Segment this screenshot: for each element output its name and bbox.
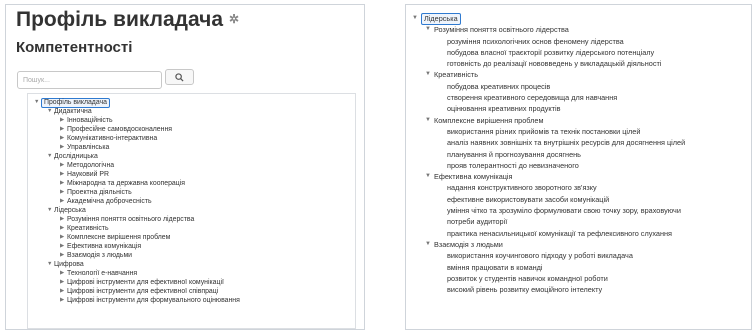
triangle-right-icon[interactable]: ▶ <box>60 242 64 251</box>
tree-node-label[interactable]: Креативність <box>434 69 478 80</box>
tree-node-label[interactable]: Науковий PR <box>67 170 109 179</box>
triangle-right-icon[interactable]: ▶ <box>60 116 64 125</box>
triangle-right-icon[interactable]: ▶ <box>60 188 64 197</box>
tree-node-label[interactable]: Лідерська <box>54 206 86 215</box>
triangle-right-icon[interactable]: ▶ <box>60 215 64 224</box>
triangle-down-icon[interactable]: ▼ <box>47 260 52 269</box>
triangle-right-icon[interactable]: ▶ <box>60 143 64 152</box>
tree-node-label[interactable]: Креативність <box>67 224 109 233</box>
tree-node-label[interactable]: Технології е-навчання <box>67 269 137 278</box>
competency-tree-frame: ▼ Профіль викладача ▼ Дидактична ▶ Інноваційн… <box>27 93 356 329</box>
tree-node-label[interactable]: ефективне використовувати засоби комунік… <box>447 194 609 205</box>
triangle-down-icon[interactable]: ▼ <box>412 13 418 24</box>
triangle-down-icon[interactable]: ▼ <box>47 152 52 161</box>
tree-node-label[interactable]: Цифрова <box>54 260 84 269</box>
tree-node-label[interactable]: використання коучингового підходу у робо… <box>447 250 633 261</box>
page-title-row: Профіль викладача ✲ <box>16 8 239 32</box>
page-title: Профіль викладача <box>16 8 224 31</box>
triangle-right-icon[interactable]: ▶ <box>60 179 64 188</box>
search-button[interactable] <box>165 69 194 85</box>
triangle-right-icon[interactable]: ▶ <box>60 197 64 206</box>
triangle-down-icon[interactable]: ▼ <box>425 239 431 250</box>
competency-detail-panel: ▼ Лідерська ▼ Розуміння поняття освітнього … <box>405 4 752 330</box>
tree-node-label[interactable]: розуміння психологічних основ феномену л… <box>447 36 624 47</box>
tree-node-label[interactable]: Лідерська <box>421 13 461 25</box>
tree-node-label[interactable]: Комплексне вирішення проблем <box>67 233 170 242</box>
tree-node-label[interactable]: Управлінська <box>67 143 109 152</box>
triangle-right-icon[interactable]: ▶ <box>60 170 64 179</box>
tree-node-label[interactable]: створення креативного середовища для нав… <box>447 92 617 103</box>
tree-node-label[interactable]: Взаємодія з людьми <box>434 239 503 250</box>
tree-node-label[interactable]: побудова власної траєкторії розвитку лід… <box>447 47 654 58</box>
tree-node-label[interactable]: Дослідницька <box>54 152 98 161</box>
tree-node-label[interactable]: практика ненасильницької комунікації та … <box>447 228 672 239</box>
triangle-right-icon[interactable]: ▶ <box>60 269 64 278</box>
triangle-down-icon[interactable]: ▼ <box>425 69 431 80</box>
tree-node-label[interactable]: Методологічна <box>67 161 114 170</box>
tree-node-label[interactable]: планування й прогнозування досягнень <box>447 149 581 160</box>
tree-node-label[interactable]: Розуміння поняття освітнього лідерства <box>67 215 194 224</box>
tree-node-label[interactable]: Міжнародна та державна кооперація <box>67 179 185 188</box>
tree-node-label[interactable]: Професійне самовдосконалення <box>67 125 172 134</box>
tree-node-label[interactable]: Комунікативно-інтерактивна <box>67 134 157 143</box>
triangle-down-icon[interactable]: ▼ <box>47 206 52 215</box>
tree-node-label[interactable]: Цифрові інструменти для ефективної співп… <box>67 287 218 296</box>
tree-node-label[interactable]: потреби аудиторії <box>447 216 507 227</box>
tree-node-label[interactable]: аналіз наявних зовнішніх та внутрішніх р… <box>447 137 685 148</box>
tree-node-label[interactable]: Цифрові інструменти для формувального оц… <box>67 296 240 305</box>
tree-node-label[interactable]: побудова креативних процесів <box>447 81 550 92</box>
tree-node-label[interactable]: готовність до реалізації нововведень у в… <box>447 58 661 69</box>
section-title: Компетентності <box>16 39 133 56</box>
competency-framework-panel: Профіль викладача✲ Компетентності ▼Профі… <box>5 4 365 330</box>
triangle-down-icon[interactable]: ▼ <box>34 98 39 107</box>
search-input[interactable] <box>17 71 162 89</box>
tree-node-label[interactable]: Проектна діяльність <box>67 188 132 197</box>
triangle-right-icon[interactable]: ▶ <box>60 161 64 170</box>
triangle-down-icon[interactable]: ▼ <box>47 107 52 116</box>
triangle-down-icon[interactable]: ▼ <box>425 24 431 35</box>
tree-node-label[interactable]: вміння працювати в команді <box>447 262 543 273</box>
search-icon <box>175 72 184 82</box>
triangle-right-icon[interactable]: ▶ <box>60 125 64 134</box>
tree-node-label[interactable]: оцінювання креативних продуктів <box>447 103 560 114</box>
tree-node-label[interactable]: Взаємодія з людьми <box>67 251 132 260</box>
tree-node-label[interactable]: надання конструктивного зворотного зв'яз… <box>447 182 597 193</box>
tree-node-label[interactable]: Ефективна комунікація <box>434 171 513 182</box>
triangle-right-icon[interactable]: ▶ <box>60 134 64 143</box>
triangle-down-icon[interactable]: ▼ <box>425 115 431 126</box>
tree-node-label[interactable]: розвиток у студентів навичок командної р… <box>447 273 608 284</box>
tree-node-label[interactable]: Інноваційність <box>67 116 113 125</box>
tree-node-label[interactable]: Академічна доброчесність <box>67 197 152 206</box>
tree-node-label[interactable]: Комплексне вирішення проблем <box>434 115 543 126</box>
tree-node-label[interactable]: прояв толерантності до невизначеного <box>447 160 579 171</box>
triangle-down-icon[interactable]: ▼ <box>425 171 431 182</box>
triangle-right-icon[interactable]: ▶ <box>60 278 64 287</box>
tree-node-label[interactable]: використання різних прийомів та технік п… <box>447 126 640 137</box>
triangle-right-icon[interactable]: ▶ <box>60 296 64 305</box>
tree-node-label[interactable]: Дидактична <box>54 107 92 116</box>
tree-node-label[interactable]: Ефективна комунікація <box>67 242 141 251</box>
gear-icon[interactable]: ✲ <box>229 12 239 26</box>
triangle-right-icon[interactable]: ▶ <box>60 287 64 296</box>
tree-node-label[interactable]: уміння чітко та зрозуміло формулювати св… <box>447 205 681 216</box>
triangle-right-icon[interactable]: ▶ <box>60 251 64 260</box>
tree-node-label[interactable]: Цифрові інструменти для ефективної комун… <box>67 278 224 287</box>
triangle-right-icon[interactable]: ▶ <box>60 233 64 242</box>
tree-node-label[interactable]: Розуміння поняття освітнього лідерства <box>434 24 569 35</box>
triangle-right-icon[interactable]: ▶ <box>60 224 64 233</box>
tree-node-label[interactable]: високий рівень розвитку емоційного інтел… <box>447 284 602 295</box>
